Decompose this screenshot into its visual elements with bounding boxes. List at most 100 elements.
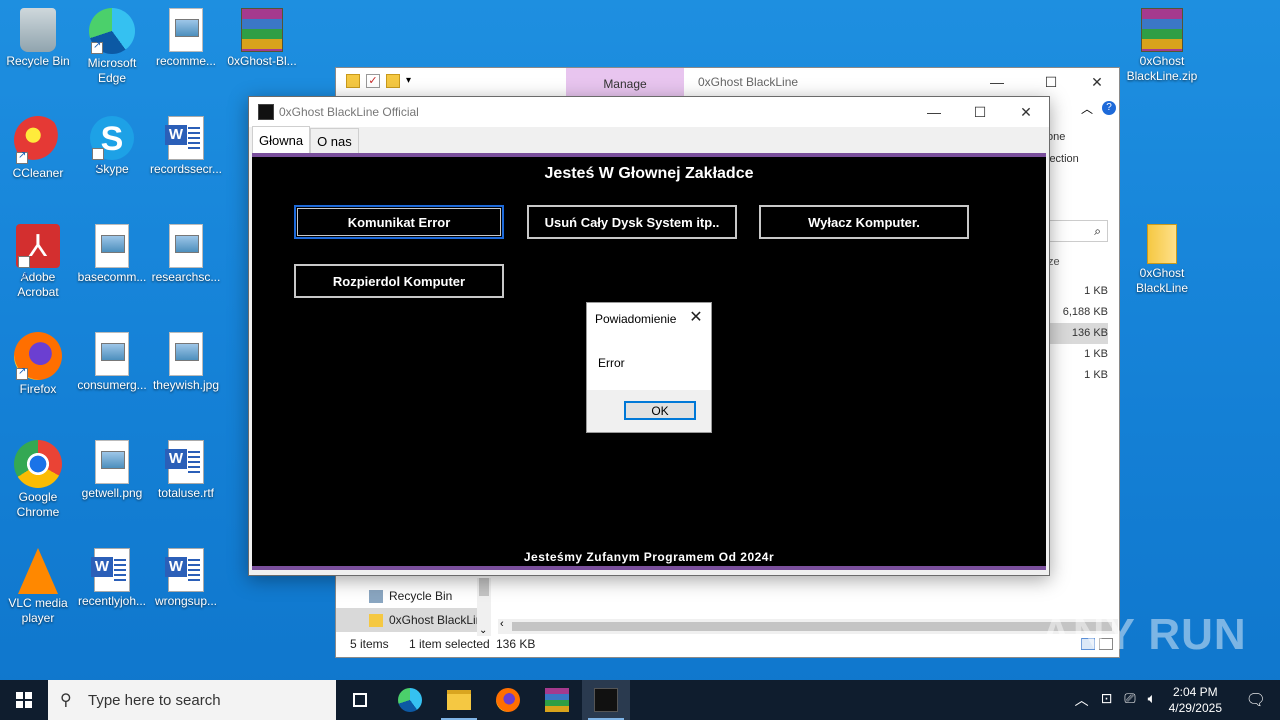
desktop-icon-label: theywish.jpg <box>152 378 220 392</box>
desktop-icon-label: recentlyjoh... <box>77 594 147 608</box>
word-document-icon <box>165 548 204 592</box>
recycle-bin-icon <box>369 589 383 603</box>
tab-glowna[interactable]: Głowna <box>252 126 311 153</box>
delete-disk-button[interactable]: Usuń Cały Dysk System itp.. <box>527 205 737 239</box>
close-icon[interactable]: ✕ <box>687 307 705 327</box>
desktop-icon-vlc[interactable]: VLC media player <box>0 548 76 626</box>
desktop-icon-0xghost-folder[interactable]: 0xGhost BlackLine <box>1124 224 1200 296</box>
desktop-icon-chrome[interactable]: Google Chrome <box>0 440 76 520</box>
page-title: Jesteś W Głownej Zakładce <box>544 165 754 182</box>
minimize-button[interactable]: — <box>974 68 1020 96</box>
explorer-statusbar: 5 items 1 item selected 136 KB <box>336 633 1119 657</box>
close-button[interactable]: ✕ <box>1003 98 1049 126</box>
notification-dialog[interactable]: Powiadomienie ✕ Error OK <box>586 302 712 433</box>
firefox-icon <box>14 332 62 380</box>
ribbon-collapse-icon[interactable]: ︿ <box>1081 100 1093 117</box>
word-document-icon <box>165 116 204 160</box>
desktop-icon-basecomm[interactable]: basecomm... <box>74 224 150 285</box>
nav-item-0xghost-blackline[interactable]: 0xGhost BlackLine <box>336 608 479 632</box>
explorer-titlebar[interactable]: ✓ ▾ Manage 0xGhost BlackLine — ☐ ✕ <box>336 68 1119 96</box>
taskbar-firefox[interactable] <box>484 680 532 720</box>
taskbar-search[interactable]: ⚲ Type here to search <box>48 680 336 720</box>
help-icon[interactable]: ? <box>1102 101 1116 115</box>
app-icon <box>258 104 274 120</box>
error-message-button[interactable]: Komunikat Error <box>294 205 504 239</box>
desktop-icon-acrobat[interactable]: ⅄ Adobe Acrobat <box>0 224 76 300</box>
windows-logo-icon <box>16 692 32 708</box>
dialog-footer: OK <box>587 390 711 432</box>
clock-time: 2:04 PM <box>1172 685 1218 699</box>
desktop-icon-label: Microsoft Edge <box>87 56 137 85</box>
destroy-computer-button[interactable]: Rozpierdol Komputer <box>294 264 504 298</box>
scrollbar-thumb[interactable] <box>512 622 1112 631</box>
search-box[interactable]: ⌕ <box>1048 220 1108 242</box>
horizontal-scrollbar[interactable]: ‹ <box>498 618 1118 634</box>
network-icon[interactable]: ⊡ <box>1101 690 1113 710</box>
notification-icon[interactable]: 🗨︎ <box>1246 690 1266 710</box>
desktop-icon-0xghost-archive[interactable]: 0xGhost-Bl... <box>224 8 300 69</box>
explorer-title: 0xGhost BlackLine <box>698 75 799 89</box>
desktop-icon-0xghost-zip[interactable]: 0xGhost BlackLine.zip <box>1124 8 1200 84</box>
winrar-archive-icon <box>241 8 283 52</box>
new-folder-icon[interactable] <box>386 74 400 88</box>
image-file-icon <box>95 332 129 376</box>
clock-date: 4/29/2025 <box>1168 701 1222 715</box>
taskbar-0xghost-app[interactable] <box>582 680 630 720</box>
desktop-icon-consumerg[interactable]: consumerg... <box>74 332 150 393</box>
folder-icon <box>447 690 471 710</box>
desktop-icon-label: wrongsup... <box>154 594 218 608</box>
folder-icon[interactable] <box>346 74 360 88</box>
nav-item-recycle-bin[interactable]: Recycle Bin <box>336 584 479 608</box>
nav-scrollbar[interactable]: ⌄ <box>477 578 491 636</box>
firefox-icon <box>496 688 520 712</box>
taskbar-file-explorer[interactable] <box>435 680 483 720</box>
desktop-icon-recycle-bin[interactable]: Recycle Bin <box>0 8 76 69</box>
ok-button[interactable]: OK <box>624 401 696 420</box>
ethernet-icon[interactable]: ⎚ <box>1124 690 1135 710</box>
tab-o-nas[interactable]: O nas <box>310 128 359 153</box>
desktop-icon-recomme[interactable]: recomme... <box>148 8 224 69</box>
desktop-icon-ccleaner[interactable]: CCleaner <box>0 116 76 181</box>
desktop-icon-firefox[interactable]: Firefox <box>0 332 76 397</box>
desktop-icon-researchsc[interactable]: researchsc... <box>148 224 224 285</box>
desktop-icon-recordssecr[interactable]: recordssecr... <box>148 116 224 177</box>
ribbon-fragment-text: one <box>1047 131 1066 143</box>
nav-item-label: 0xGhost BlackLine <box>389 613 479 627</box>
shutdown-button[interactable]: Wyłacz Komputer. <box>759 205 969 239</box>
tab-manage[interactable]: Manage <box>566 68 684 96</box>
vlc-icon <box>18 548 58 594</box>
desktop-icon-recentlyjoh[interactable]: recentlyjoh... <box>74 548 150 609</box>
minimize-button[interactable]: — <box>911 98 957 126</box>
taskbar-edge[interactable] <box>386 680 434 720</box>
desktop-icon-totaluse[interactable]: totaluse.rtf <box>148 440 224 501</box>
start-button[interactable] <box>0 680 48 720</box>
image-file-icon <box>169 332 203 376</box>
chevron-left-icon[interactable]: ‹ <box>500 618 504 630</box>
edge-icon <box>89 8 135 54</box>
desktop-icon-skype[interactable]: S Skype <box>74 116 150 192</box>
file-size: 1 KB <box>1084 348 1108 360</box>
taskbar-winrar[interactable] <box>533 680 581 720</box>
desktop-icon-label: Recycle Bin <box>6 54 70 68</box>
task-view-icon <box>353 693 367 707</box>
task-view-button[interactable] <box>336 680 384 720</box>
chevron-up-icon[interactable]: ︿ <box>1075 690 1089 710</box>
desktop-icon-label: Google Chrome <box>16 490 60 519</box>
desktop-icon-wrongsup[interactable]: wrongsup... <box>148 548 224 609</box>
desktop-icon-label: getwell.png <box>81 486 143 500</box>
desktop-icon-edge[interactable]: Microsoft Edge <box>74 8 150 86</box>
desktop-icon-label: 0xGhost BlackLine <box>1135 266 1189 295</box>
desktop-icon-label: Firefox <box>19 382 57 396</box>
clock[interactable]: 2:04 PM 4/29/2025 <box>1169 684 1222 716</box>
app-title: 0xGhost BlackLine Official <box>279 105 419 119</box>
properties-icon[interactable]: ✓ <box>366 74 380 88</box>
app-titlebar[interactable]: 0xGhost BlackLine Official — ☐ ✕ <box>249 97 1049 127</box>
volume-icon[interactable]: 🔈︎ <box>1148 690 1156 710</box>
maximize-button[interactable]: ☐ <box>1028 68 1074 96</box>
close-button[interactable]: ✕ <box>1074 68 1120 96</box>
maximize-button[interactable]: ☐ <box>957 98 1003 126</box>
app-tabs: Głowna O nas <box>252 126 359 154</box>
desktop-icon-theywish[interactable]: theywish.jpg <box>148 332 224 393</box>
desktop-icon-getwell[interactable]: getwell.png <box>74 440 150 501</box>
chevron-down-icon[interactable]: ▾ <box>406 74 420 88</box>
